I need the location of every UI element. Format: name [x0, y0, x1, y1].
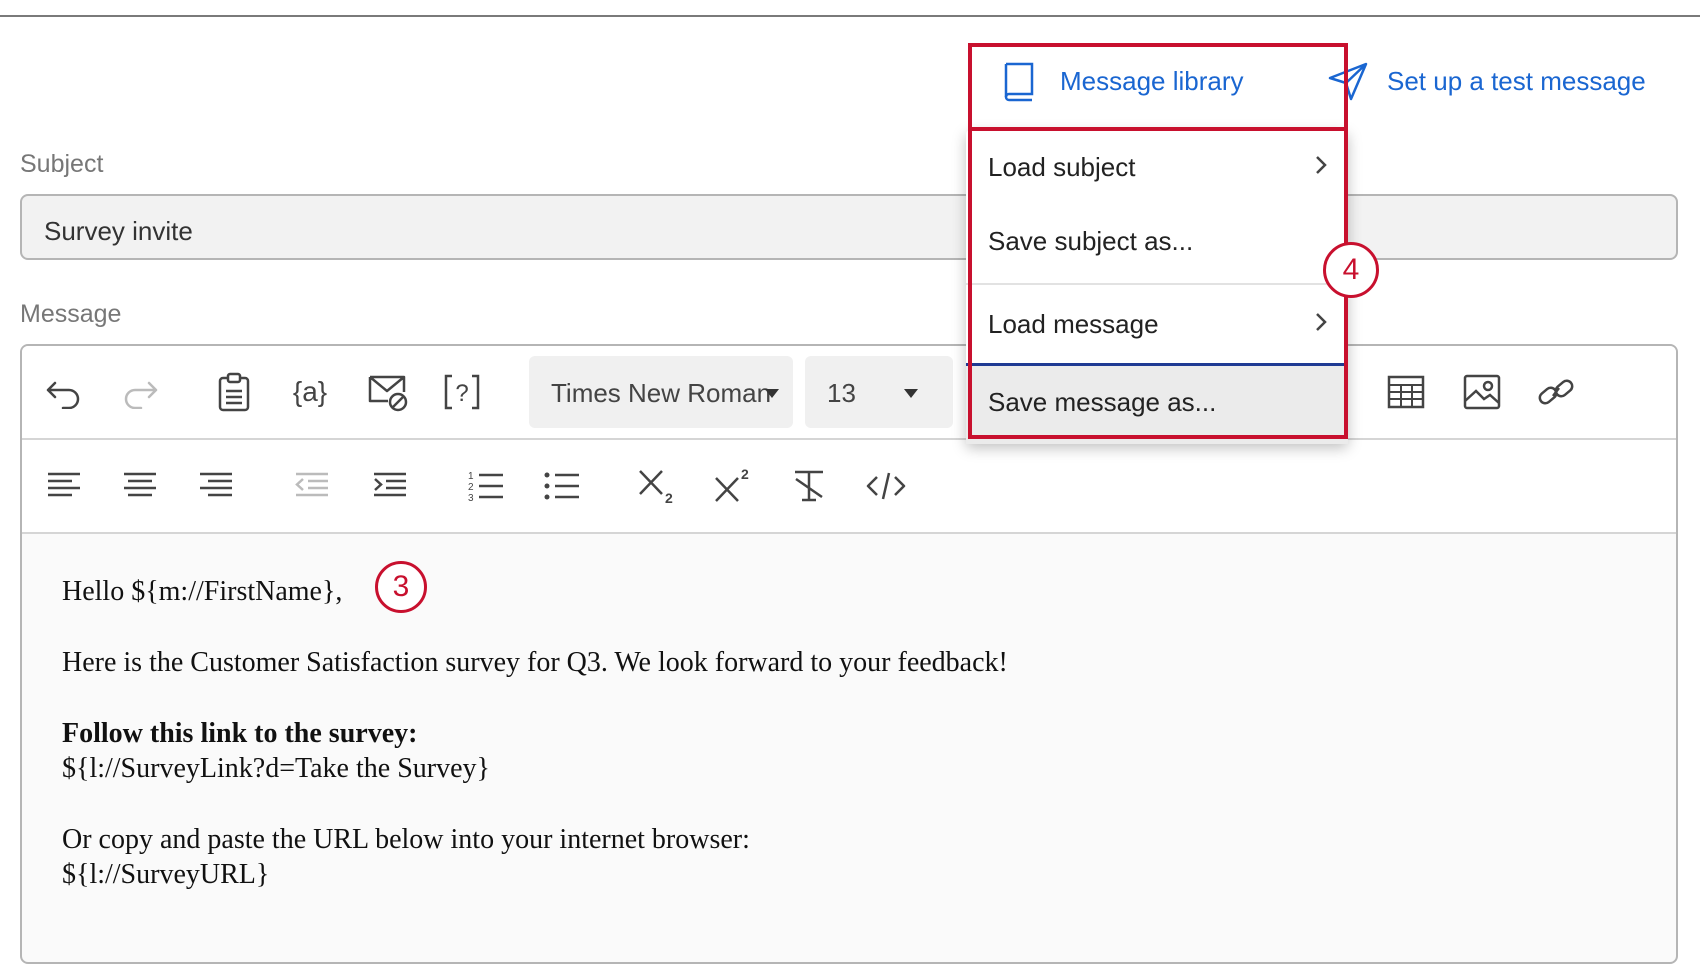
source-code-button[interactable] — [860, 460, 912, 512]
email-icon — [367, 372, 409, 412]
step-3-badge: 3 — [375, 561, 427, 613]
send-icon — [1327, 60, 1369, 102]
table-icon — [1386, 374, 1426, 410]
clear-format-icon — [790, 467, 830, 505]
menu-item-label: Load message — [988, 309, 1159, 339]
message-library-button[interactable]: Message library — [1000, 60, 1244, 102]
menu-item-label: Load subject — [988, 152, 1136, 182]
svg-text:2: 2 — [665, 490, 673, 506]
superscript-button[interactable]: 2 — [708, 460, 760, 512]
chevron-right-icon — [1314, 130, 1328, 204]
piped-text-icon: {a} — [289, 372, 331, 412]
subject-label: Subject — [20, 150, 104, 178]
redo-button[interactable] — [114, 366, 166, 418]
subject-value: Survey invite — [44, 216, 193, 246]
question-icon: ? — [442, 372, 482, 412]
align-left-button[interactable] — [38, 460, 90, 512]
chevron-down-icon — [904, 389, 918, 398]
editor-toolbar-primary: {a} ? Times New Roman 13 — [22, 346, 1676, 440]
book-icon — [1000, 60, 1038, 102]
message-library-label: Message library — [1060, 65, 1244, 96]
numbered-list-button[interactable]: 123 — [460, 460, 512, 512]
survey-url-line: ${l://SurveyURL} — [62, 859, 270, 890]
email-button[interactable] — [362, 366, 414, 418]
menu-item-label: Save message as... — [988, 387, 1217, 417]
outdent-button[interactable] — [286, 460, 338, 512]
step-4-badge: 4 — [1323, 242, 1379, 298]
message-body[interactable]: Hello ${m://FirstName}, Here is the Cust… — [62, 574, 1008, 892]
font-size-value: 13 — [827, 378, 856, 408]
intro-line: Here is the Customer Satisfaction survey… — [62, 647, 1008, 678]
question-button[interactable]: ? — [436, 366, 488, 418]
clear-format-button[interactable] — [784, 460, 836, 512]
align-right-icon — [198, 471, 234, 501]
paste-icon — [217, 372, 251, 412]
outdent-icon — [294, 471, 330, 501]
align-right-button[interactable] — [190, 460, 242, 512]
undo-button[interactable] — [38, 366, 90, 418]
source-code-icon — [865, 469, 907, 503]
link-heading: Follow this link to the survey: — [62, 718, 418, 749]
top-divider — [0, 15, 1700, 17]
svg-text:2: 2 — [741, 466, 749, 482]
menu-item-load-subject[interactable]: Load subject — [966, 130, 1348, 204]
svg-text:3: 3 — [468, 493, 474, 503]
bullet-list-icon — [543, 469, 581, 503]
survey-link-line: ${l://SurveyLink?d=Take the Survey} — [62, 753, 490, 784]
test-message-label: Set up a test message — [1387, 65, 1646, 96]
piped-text-button[interactable]: {a} — [284, 366, 336, 418]
greeting-line: Hello ${m://FirstName}, — [62, 576, 343, 607]
indent-button[interactable] — [364, 460, 416, 512]
svg-text:?: ? — [455, 380, 468, 407]
link-icon — [1536, 374, 1576, 410]
align-center-button[interactable] — [114, 460, 166, 512]
svg-text:2: 2 — [468, 482, 474, 493]
chevron-down-icon — [765, 389, 779, 398]
table-button[interactable] — [1380, 366, 1432, 418]
indent-icon — [372, 471, 408, 501]
subject-input[interactable]: Survey invite — [20, 194, 1678, 260]
font-size-select[interactable]: 13 — [805, 356, 953, 428]
message-library-menu: Load subject Save subject as... Load mes… — [966, 130, 1348, 444]
numbered-list-icon: 123 — [467, 469, 505, 503]
align-center-icon — [122, 471, 158, 501]
redo-icon — [121, 375, 159, 409]
menu-item-label: Save subject as... — [988, 226, 1194, 256]
message-label: Message — [20, 300, 122, 328]
font-family-value: Times New Roman — [551, 378, 772, 408]
editor-toolbar-formatting: 123 2 2 — [22, 440, 1676, 534]
superscript-icon: 2 — [713, 466, 755, 506]
link-button[interactable] — [1530, 366, 1582, 418]
chevron-right-icon — [1314, 287, 1328, 361]
copy-instructions-line: Or copy and paste the URL below into you… — [62, 824, 750, 855]
menu-item-save-message[interactable]: Save message as... — [966, 363, 1348, 444]
menu-divider — [966, 283, 1348, 285]
menu-item-load-message[interactable]: Load message — [966, 287, 1348, 361]
bullet-list-button[interactable] — [536, 460, 588, 512]
menu-item-save-subject[interactable]: Save subject as... — [966, 204, 1348, 278]
test-message-button[interactable]: Set up a test message — [1327, 60, 1646, 102]
subscript-button[interactable]: 2 — [632, 460, 684, 512]
message-editor[interactable]: {a} ? Times New Roman 13 1 2 3 2 2 Hello… — [20, 344, 1678, 964]
align-left-icon — [46, 471, 82, 501]
image-button[interactable] — [1456, 366, 1508, 418]
paste-button[interactable] — [208, 366, 260, 418]
subscript-icon: 2 — [637, 466, 679, 506]
image-icon — [1462, 373, 1502, 411]
font-family-select[interactable]: Times New Roman — [529, 356, 793, 428]
undo-icon — [45, 375, 83, 409]
svg-text:1: 1 — [468, 471, 474, 482]
svg-text:{a}: {a} — [293, 376, 327, 407]
